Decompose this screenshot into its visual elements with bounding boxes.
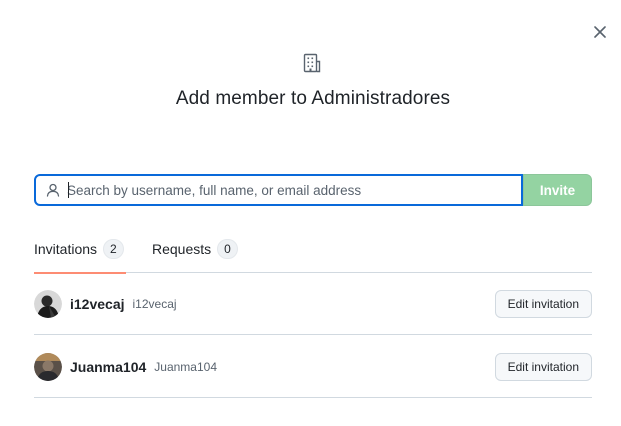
invitation-fullname: i12vecaj [132,296,177,311]
search-input[interactable] [67,178,487,202]
search-row: Invite [34,174,592,206]
invitation-fullname: Juanma104 [154,359,217,374]
tab-requests-label: Requests [152,241,212,257]
avatar [34,352,62,381]
close-icon [594,26,606,38]
tab-invitations-label: Invitations [34,241,98,257]
invitation-username[interactable]: i12vecaj [70,296,125,312]
invite-button[interactable]: Invite [523,174,592,206]
edit-invitation-button[interactable]: Edit invitation [494,290,592,318]
dialog-title: Add member to Administradores [175,88,451,109]
tab-bar: Invitations 2 Requests 0 [34,226,592,274]
tab-invitations[interactable]: Invitations 2 [34,226,126,274]
add-member-dialog: Add member to Administradores Invite Inv… [0,0,621,426]
avatar [34,289,62,318]
list-item: Juanma104 Juanma104 Edit invitation [34,336,592,398]
invitations-count-badge: 2 [103,239,124,259]
tab-requests[interactable]: Requests 0 [152,226,238,272]
requests-count-badge: 0 [217,239,238,259]
edit-invitation-button[interactable]: Edit invitation [494,353,592,381]
person-icon [45,182,61,198]
list-item: i12vecaj i12vecaj Edit invitation [34,273,592,335]
invitation-username[interactable]: Juanma104 [70,359,146,375]
text-caret [68,182,69,198]
search-box[interactable] [34,174,523,206]
close-button[interactable] [588,20,612,44]
organization-icon [301,52,323,74]
